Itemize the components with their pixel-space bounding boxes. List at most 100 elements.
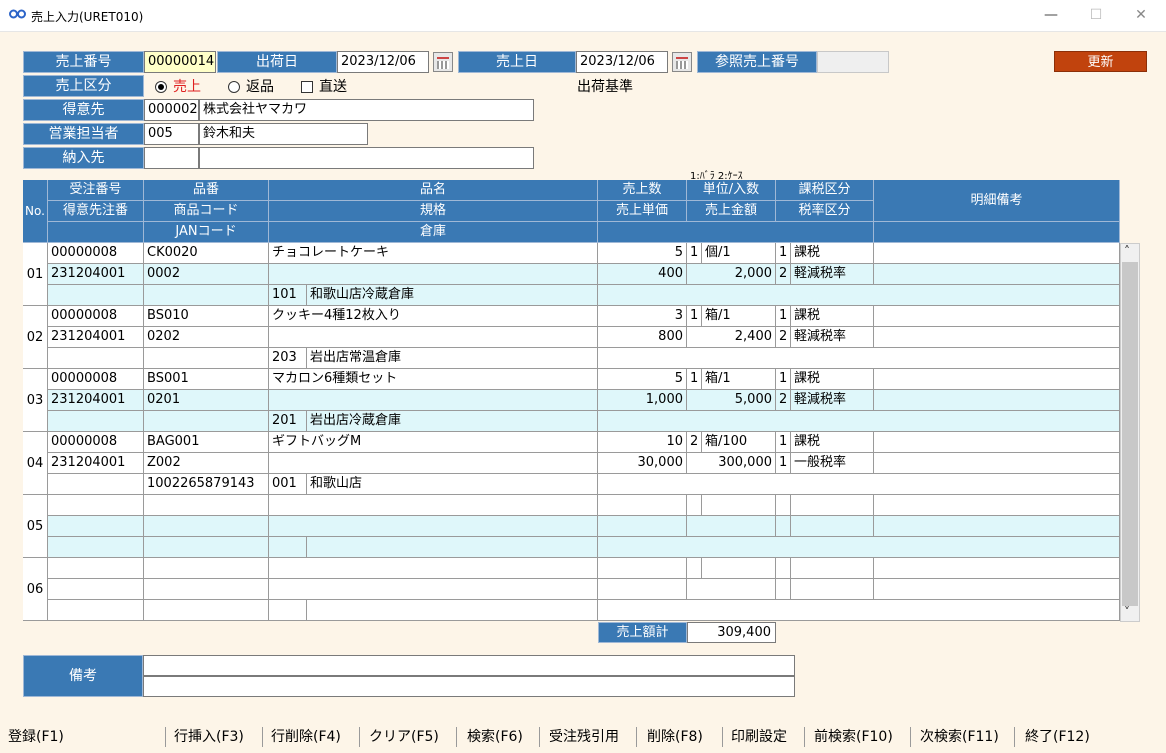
radio-uriage[interactable] [155,81,167,93]
zeiritsu-kubun-code[interactable] [776,579,791,600]
close-button[interactable]: ✕ [1131,6,1151,24]
uriage-su[interactable]: 3 [598,306,687,327]
kazei-kubun-code[interactable] [776,495,791,516]
update-button[interactable]: 更新 [1054,51,1147,72]
tani[interactable]: 箱/1 [702,306,776,327]
zeiritsu-kubun[interactable]: 軽減税率 [791,327,874,348]
shohin-code[interactable]: 0202 [144,327,269,348]
soko-code[interactable] [269,600,307,621]
juchu-bango[interactable] [48,558,144,579]
tanto-code-input[interactable]: 005 [144,123,199,145]
soko-name[interactable]: 岩出店冷蔵倉庫 [307,411,598,432]
meisai-biko[interactable] [874,369,1120,390]
hinban[interactable]: BAG001 [144,432,269,453]
tani[interactable] [702,495,776,516]
tani-kubun[interactable]: 1 [687,243,702,264]
kazei-kubun[interactable] [791,558,874,579]
zeiritsu-kubun[interactable]: 軽減税率 [791,390,874,411]
fkey-button[interactable]: 登録(F1) [8,726,64,748]
fkey-button[interactable]: 検索(F6) [467,726,523,748]
zeiritsu-kubun-code[interactable] [776,516,791,537]
meisai-biko[interactable] [874,243,1120,264]
kazei-kubun[interactable]: 課税 [791,306,874,327]
shukka-bi-input[interactable]: 2023/12/06 [337,51,429,73]
scroll-up-icon[interactable]: ˄ [1124,244,1130,258]
biko-input-2[interactable] [143,676,795,697]
tokuisaki-code-input[interactable]: 000002 [144,99,199,121]
jan-code[interactable] [144,600,269,621]
juchu-bango[interactable]: 00000008 [48,369,144,390]
shohin-code[interactable]: 0201 [144,390,269,411]
zeiritsu-kubun-code[interactable]: 2 [776,327,791,348]
hinban[interactable] [144,495,269,516]
zeiritsu-kubun[interactable]: 一般税率 [791,453,874,474]
uriage-bi-input[interactable]: 2023/12/06 [576,51,668,73]
zeiritsu-kubun-code[interactable]: 2 [776,264,791,285]
fkey-button[interactable]: 削除(F8) [647,726,703,748]
meisai-biko[interactable] [874,453,1120,474]
meisai-biko[interactable] [874,390,1120,411]
soko-code[interactable]: 203 [269,348,307,369]
meisai-biko[interactable] [874,432,1120,453]
jan-code[interactable] [144,537,269,558]
kikaku[interactable] [269,264,598,285]
scroll-down-icon[interactable]: ˅ [1124,605,1130,619]
uriage-kingaku[interactable]: 5,000 [687,390,776,411]
chokuso-checkbox[interactable] [301,81,313,93]
zeiritsu-kubun-code[interactable]: 2 [776,390,791,411]
kazei-kubun[interactable] [791,495,874,516]
kazei-kubun[interactable]: 課税 [791,432,874,453]
juchu-bango[interactable]: 00000008 [48,243,144,264]
shohin-code[interactable] [144,579,269,600]
shohin-code[interactable] [144,516,269,537]
hinban[interactable]: BS010 [144,306,269,327]
hinmei[interactable] [269,495,598,516]
meisai-biko[interactable] [874,579,1120,600]
meisai-biko[interactable] [874,558,1120,579]
biko-input-1[interactable] [143,655,795,676]
fkey-button[interactable]: 終了(F12) [1025,726,1090,748]
uriage-su[interactable] [598,495,687,516]
uriage-tanka[interactable]: 800 [598,327,687,348]
fkey-button[interactable]: 行削除(F4) [271,726,341,748]
fkey-button[interactable]: 前検索(F10) [814,726,893,748]
soko-code[interactable]: 001 [269,474,307,495]
uriage-tanka[interactable]: 30,000 [598,453,687,474]
tani-kubun[interactable] [687,558,702,579]
tani-kubun[interactable]: 1 [687,369,702,390]
tani[interactable]: 箱/100 [702,432,776,453]
soko-name[interactable] [307,600,598,621]
soko-name[interactable] [307,537,598,558]
hinban[interactable]: BS001 [144,369,269,390]
juchu-bango[interactable]: 00000008 [48,306,144,327]
uriage-su[interactable]: 5 [598,369,687,390]
minimize-button[interactable]: — [1041,6,1061,24]
uriage-su[interactable]: 5 [598,243,687,264]
blank-cell[interactable] [598,348,1120,369]
blank-cell[interactable] [48,411,144,432]
uriage-tanka[interactable]: 400 [598,264,687,285]
uriage-kingaku[interactable]: 2,400 [687,327,776,348]
uriage-tanka[interactable]: 1,000 [598,390,687,411]
kazei-kubun[interactable]: 課税 [791,243,874,264]
kazei-kubun-code[interactable]: 1 [776,243,791,264]
kikaku[interactable] [269,453,598,474]
kazei-kubun-code[interactable]: 1 [776,306,791,327]
blank-cell[interactable] [598,537,1120,558]
kikaku[interactable] [269,390,598,411]
jan-code[interactable] [144,411,269,432]
blank-cell[interactable] [598,411,1120,432]
fkey-button[interactable]: 印刷設定 [731,726,787,748]
tokuisaki-chuban[interactable] [48,516,144,537]
tokuisaki-chuban[interactable]: 231204001 [48,327,144,348]
uriage-su[interactable] [598,558,687,579]
tani[interactable] [702,558,776,579]
calendar-icon[interactable] [672,52,692,72]
jan-code[interactable] [144,348,269,369]
tani-kubun[interactable]: 2 [687,432,702,453]
fkey-button[interactable]: 行挿入(F3) [174,726,244,748]
uriage-tanka[interactable] [598,579,687,600]
kazei-kubun-code[interactable] [776,558,791,579]
hinmei[interactable]: ギフトバッグM [269,432,598,453]
tokuisaki-chuban[interactable] [48,579,144,600]
